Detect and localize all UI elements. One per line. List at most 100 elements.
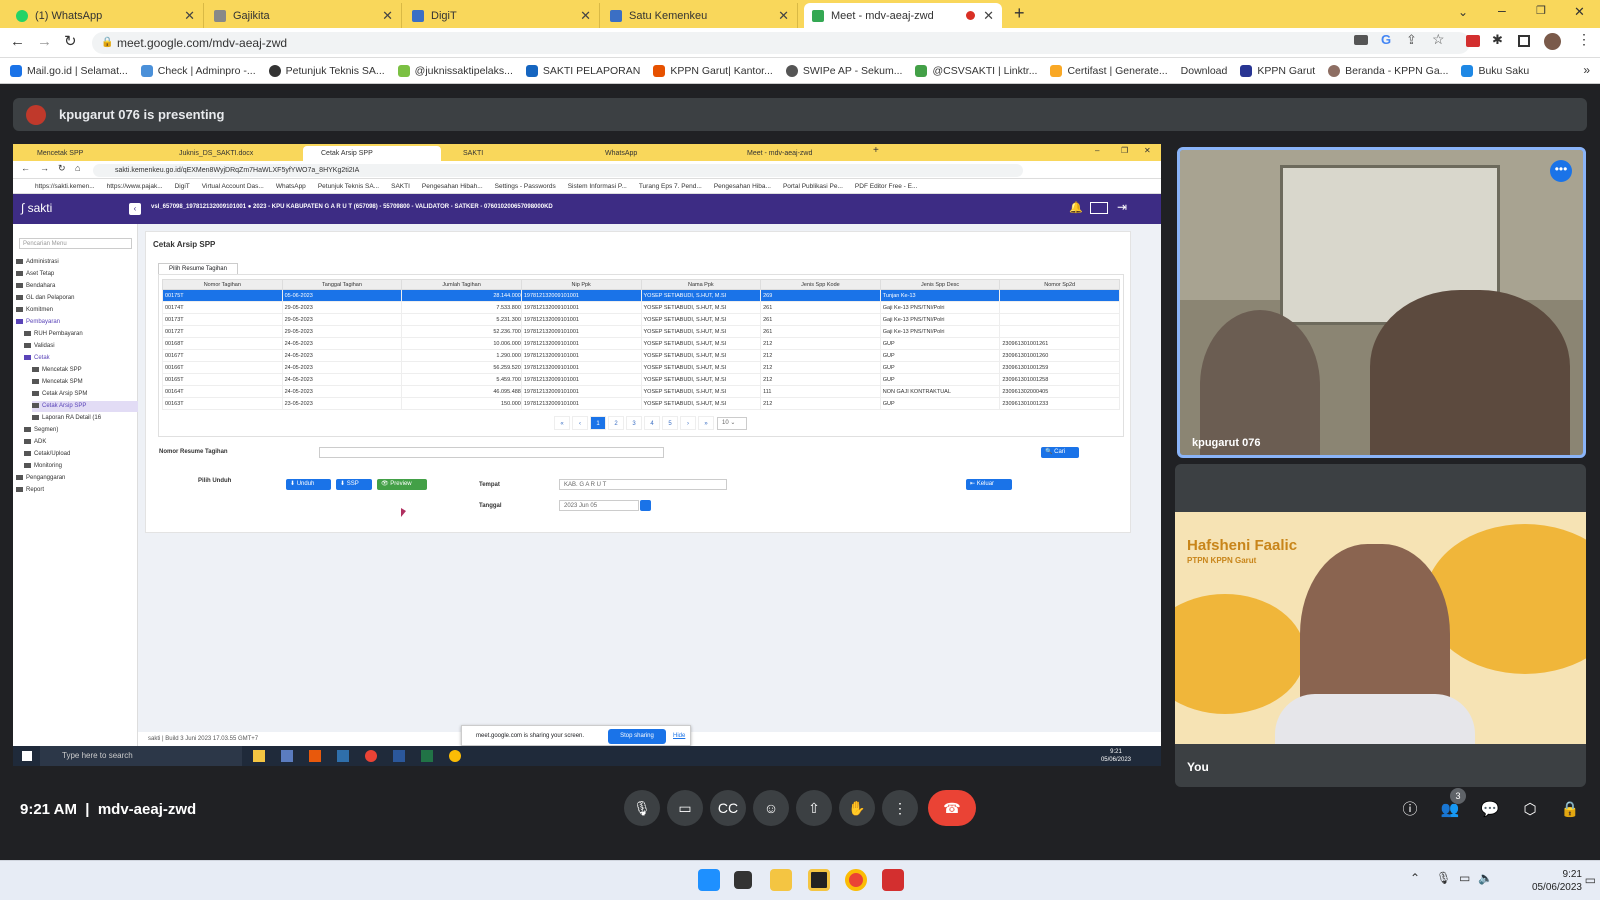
bookmark-item[interactable]: Buku Saku (1461, 64, 1529, 77)
close-icon[interactable]: ✕ (983, 8, 994, 24)
forward-icon[interactable]: → (37, 33, 52, 50)
bookmark-item[interactable]: Check | Adminpro -... (140, 64, 256, 77)
extension-icon[interactable] (1466, 35, 1480, 47)
table-cell: 00175T (162, 289, 283, 302)
hangup-button[interactable]: ☎ (928, 790, 976, 826)
meeting-details-button[interactable]: ⓘ (1397, 797, 1423, 823)
captions-button[interactable]: CC (710, 790, 746, 826)
profile-avatar[interactable] (1544, 33, 1561, 50)
tab-pilih-resume: Pilih Resume Tagihan (158, 263, 238, 274)
mic-tray-icon[interactable]: 🎙 (1436, 871, 1451, 885)
table-cell: 261 (760, 301, 881, 314)
tab-satu-kemenkeu[interactable]: Satu Kemenkeu ✕ (602, 3, 798, 28)
table-cell: 24-05-2023 (281, 349, 403, 362)
camera-button[interactable]: ▭ (667, 790, 703, 826)
google-icon[interactable]: G (1381, 32, 1391, 47)
sticky-notes-icon[interactable] (808, 869, 830, 891)
participant-tile-presenter[interactable]: ••• kpugarut 076 (1177, 147, 1586, 458)
close-icon[interactable]: ✕ (382, 8, 393, 24)
bookmark-icon (915, 64, 928, 77)
close-icon[interactable]: ✕ (778, 8, 789, 24)
window-close-icon[interactable]: ✕ (1574, 4, 1585, 20)
close-icon[interactable]: ✕ (184, 8, 195, 24)
table-cell: NON GAJI KONTRAKTUAL (879, 385, 1001, 398)
table-cell: 197812132009101001 (520, 349, 642, 362)
close-icon[interactable]: ✕ (580, 8, 591, 24)
puzzle-icon[interactable]: ✱ (1492, 32, 1503, 48)
table-cell: 150.000 (401, 397, 522, 410)
emoji-button[interactable]: ☺ (753, 790, 789, 826)
tab-whatsapp[interactable]: (1) WhatsApp ✕ (8, 3, 204, 28)
recording-dot-icon (966, 11, 976, 20)
notification-icon[interactable]: ▭ (1585, 873, 1596, 887)
table-cell: 197812132009101001 (520, 385, 642, 398)
url-field[interactable]: 🔒 meet.google.com/mdv-aeaj-zwd (92, 32, 1470, 54)
captions-icon: CC (717, 800, 739, 816)
bookmark-item[interactable]: @juknissaktipelaks... (397, 64, 513, 77)
table-cell: 230961301001233 (999, 397, 1120, 410)
present-button[interactable]: ⇧ (796, 790, 832, 826)
raise-hand-button[interactable]: ✋ (839, 790, 875, 826)
resume-label: Nomor Resume Tagihan (159, 449, 228, 455)
bookmark-item[interactable]: @CSVSAKTI | Linktr... (915, 64, 1037, 77)
volume-icon[interactable]: 🔈 (1478, 871, 1493, 885)
explorer-icon[interactable] (770, 869, 792, 891)
chat-button[interactable]: 💬 (1477, 797, 1503, 823)
menu-icon[interactable]: ⋮ (1577, 31, 1591, 48)
page-button: 2 (608, 416, 624, 430)
tab-meet[interactable]: Meet - mdv-aeaj-zwd ✕ (804, 3, 1002, 28)
tray-chevron-icon[interactable]: ⌃ (1410, 871, 1420, 885)
minimize-icon[interactable]: – (1498, 2, 1506, 18)
activities-button[interactable]: ⬡ (1517, 797, 1543, 823)
shirt (1275, 694, 1475, 744)
bookmark-item[interactable]: SAKTI PELAPORAN (525, 64, 640, 77)
more-options-button[interactable]: ⋮ (882, 790, 918, 826)
tab-search-icon[interactable]: ⌄ (1458, 5, 1468, 19)
new-tab-icon[interactable]: + (1014, 3, 1025, 24)
virtual-bg-name: Hafsheni Faalic (1187, 537, 1298, 554)
shared-url-field: sakti.kemenkeu.go.id/qEXMen8WyjDRqZm7HaW… (93, 164, 1023, 177)
participant-count-badge: 3 (1450, 788, 1466, 804)
tab-digit[interactable]: DigiT ✕ (404, 3, 600, 28)
tab-gajikita[interactable]: Gajikita ✕ (206, 3, 402, 28)
table-cell: 00164T (162, 385, 283, 398)
table-cell: 00174T (162, 301, 283, 314)
acrobat-icon[interactable] (882, 869, 904, 891)
camera-in-use-icon[interactable] (1354, 35, 1368, 45)
network-icon[interactable]: ▭ (1459, 871, 1470, 885)
bookmark-item[interactable]: Mail.go.id | Selamat... (10, 64, 128, 77)
bookmark-item[interactable]: KPPN Garut (1240, 64, 1315, 77)
share-icon[interactable]: ⇪ (1406, 32, 1417, 48)
bookmark-item[interactable]: Beranda - KPPN Ga... (1328, 64, 1448, 77)
task-view-icon[interactable] (734, 871, 752, 889)
host-controls-button[interactable]: 🔒 (1557, 797, 1583, 823)
participant-tile-you[interactable]: Hafsheni Faalic PTPN KPPN Garut You (1175, 464, 1586, 787)
sidebar-icon[interactable] (1518, 35, 1530, 47)
star-icon[interactable]: ☆ (1432, 31, 1445, 48)
windows-start-icon[interactable] (698, 869, 720, 891)
reload-icon: ↻ (58, 163, 66, 173)
restore-icon[interactable]: ❐ (1536, 4, 1546, 17)
table-cell: 197812132009101001 (520, 289, 642, 302)
people-button[interactable]: 👥 3 (1437, 788, 1466, 823)
bookmark-item[interactable]: Download (1181, 65, 1228, 77)
tile-more-icon[interactable]: ••• (1550, 160, 1572, 182)
table-cell: 197812132009101001 (520, 361, 642, 374)
bookmark-item[interactable]: KPPN Garut| Kantor... (653, 64, 773, 77)
bookmark-item[interactable]: SWIPe AP - Sekum... (785, 64, 902, 77)
shared-tab: Juknis_DS_SAKTI.docx (179, 150, 254, 157)
page-button: » (698, 416, 714, 430)
more-bookmarks-icon[interactable]: » (1583, 63, 1590, 77)
chrome-icon[interactable] (845, 869, 867, 891)
table-cell (999, 325, 1120, 338)
system-clock[interactable]: 9:21 05/06/2023 (1532, 868, 1582, 894)
table-cell: Gaji Ke-13 PNS/TNI/Polri (879, 301, 1001, 314)
back-icon[interactable]: ← (10, 33, 25, 50)
bookmark-item[interactable]: Petunjuk Teknis SA... (268, 64, 385, 77)
page-button: ‹ (572, 416, 588, 430)
reload-icon[interactable]: ↻ (64, 32, 77, 50)
cetak-panel: Cetak Arsip SPP Pilih Resume Tagihan Nom… (145, 231, 1131, 533)
sakti-main: Cetak Arsip SPP Pilih Resume Tagihan Nom… (138, 224, 1161, 746)
bookmark-item[interactable]: Certifast | Generate... (1050, 64, 1168, 77)
mic-button[interactable]: 🎙 (624, 790, 660, 826)
